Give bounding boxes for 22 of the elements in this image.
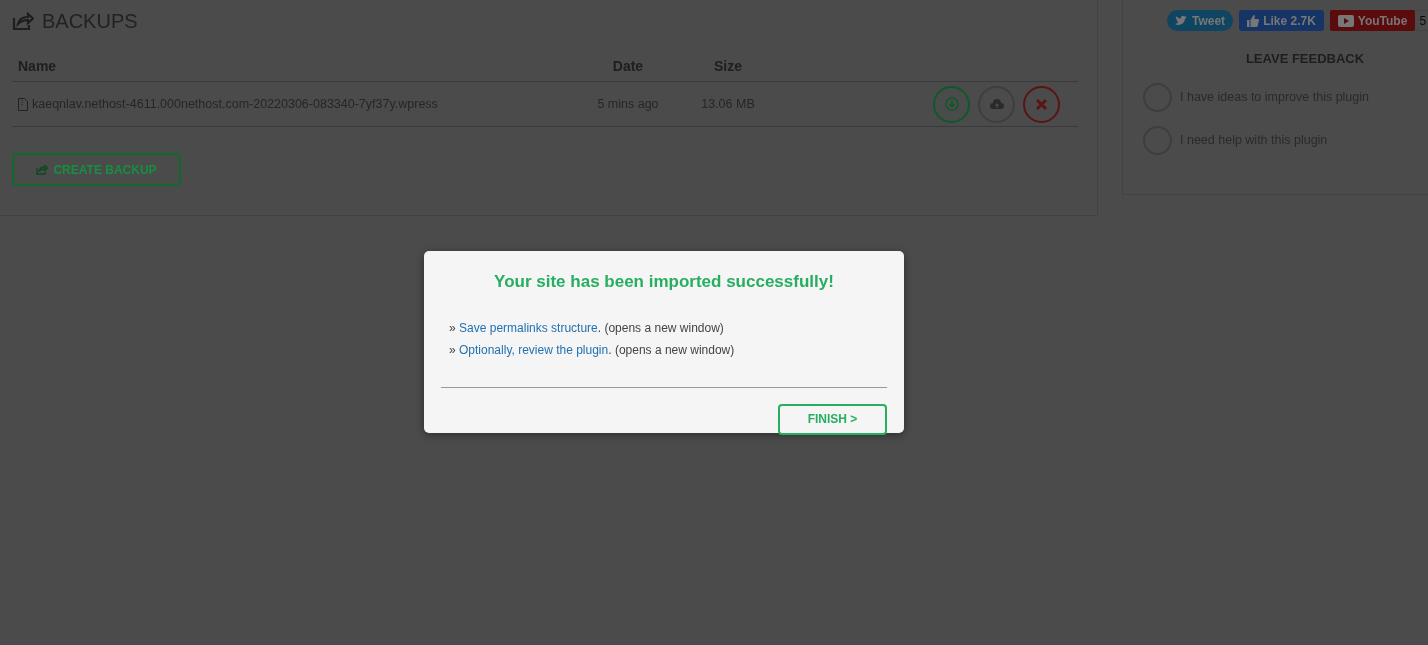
close-icon — [1035, 97, 1048, 111]
link-line: » Save permalinks structure. (opens a new window) — [449, 319, 725, 337]
play-icon — [1337, 14, 1354, 27]
dialog-title: Your site has been imported successfully! — [493, 271, 835, 293]
file-icon — [18, 97, 28, 111]
bird-icon — [1175, 15, 1188, 26]
youtube-button[interactable]: YouTube — [1329, 10, 1416, 31]
link-line: » Optionally, review the plugin. (opens a new window) — [449, 341, 736, 359]
share-icon — [36, 164, 49, 175]
text-link[interactable]: Save permalinks structure — [459, 320, 598, 335]
delete-button[interactable] — [1023, 85, 1060, 123]
create-backup-button[interactable]: CREATE BACKUP — [12, 153, 181, 186]
download-button[interactable] — [933, 85, 970, 123]
like-button[interactable]: Like 2.7K — [1239, 10, 1324, 31]
thumbs-up-icon — [1247, 14, 1260, 27]
share-icon — [12, 11, 34, 31]
cloud-icon — [988, 98, 1005, 110]
subscriber-count: 5 — [1415, 10, 1428, 31]
download-icon — [944, 97, 959, 111]
tweet-button[interactable]: Tweet — [1167, 10, 1234, 31]
upload-button[interactable] — [978, 85, 1015, 123]
finish-button[interactable]: FINISH > — [778, 403, 887, 435]
